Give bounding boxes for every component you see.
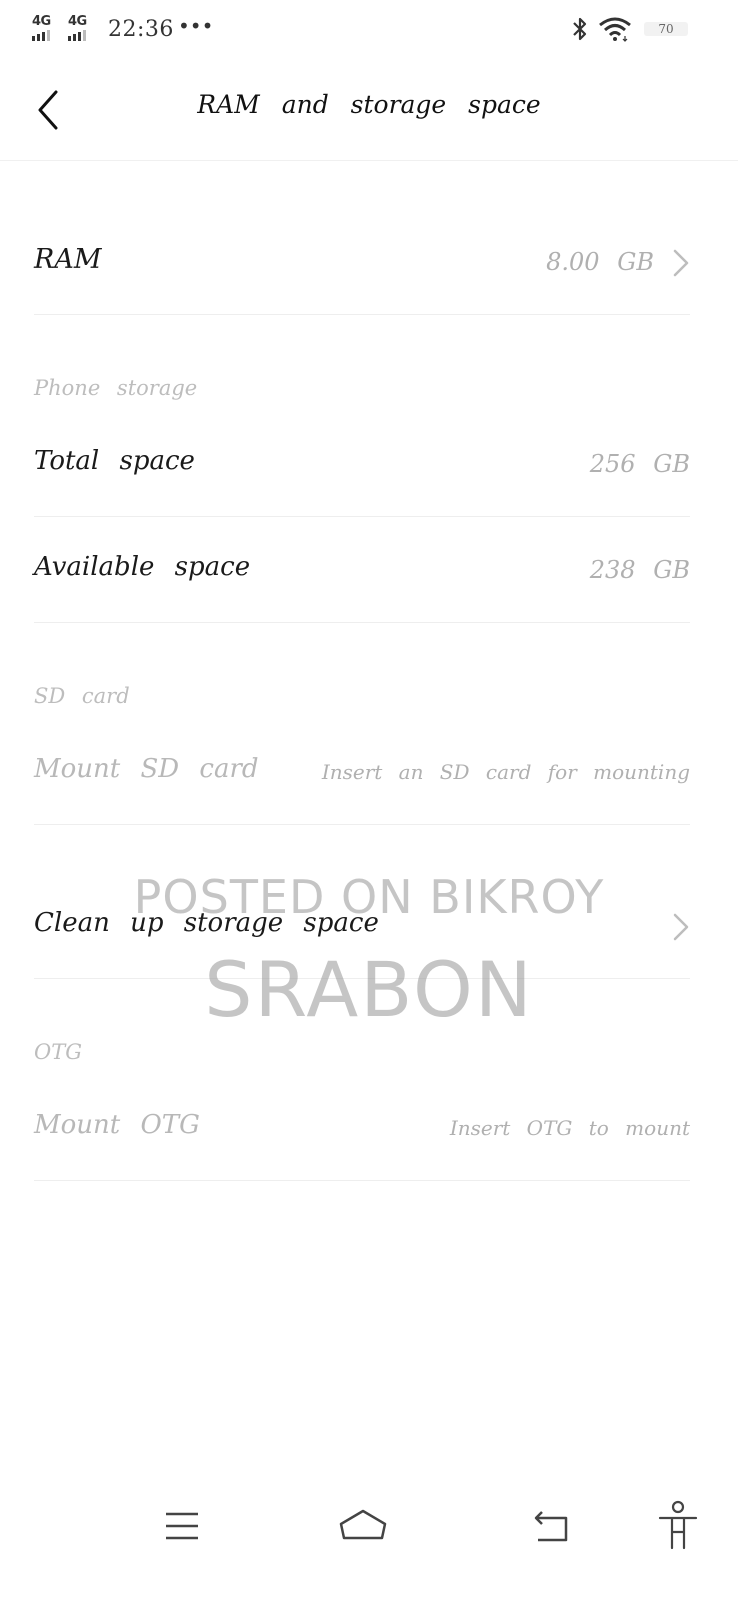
navigation-bar xyxy=(0,1490,738,1570)
available-space-label: Available space xyxy=(34,552,251,582)
divider xyxy=(34,622,690,623)
divider xyxy=(34,824,690,825)
mount-sd-card-value: Insert an SD card for mounting xyxy=(321,760,690,784)
divider xyxy=(34,516,690,517)
page-title: RAM and storage space xyxy=(197,90,541,119)
total-space-label: Total space xyxy=(34,446,195,476)
mount-otg-value: Insert OTG to mount xyxy=(449,1116,690,1140)
ram-label: RAM xyxy=(34,244,102,275)
sim2-label: 4G xyxy=(68,14,87,29)
mount-sd-card-label: Mount SD card xyxy=(34,754,259,784)
battery-icon: 70 xyxy=(644,22,688,36)
section-title-otg: OTG xyxy=(34,1040,82,1064)
total-space-value: 256 GB xyxy=(589,450,690,478)
chevron-right-icon xyxy=(673,249,689,277)
divider xyxy=(34,1180,690,1181)
section-title-phone-storage: Phone storage xyxy=(34,376,198,400)
sim1-signal-icon: 4G xyxy=(32,14,60,41)
divider xyxy=(34,314,690,315)
bluetooth-icon xyxy=(573,17,587,41)
mount-sd-card-row[interactable]: Mount SD card Insert an SD card for moun… xyxy=(34,752,690,796)
watermark-line-2: SRABON xyxy=(204,945,534,1034)
header: RAM and storage space xyxy=(0,60,738,161)
more-notifications-icon: ••• xyxy=(178,14,214,38)
sim2-signal-icon: 4G xyxy=(68,14,96,41)
status-time: 22:36 xyxy=(108,17,174,42)
wifi-icon xyxy=(599,17,631,42)
sim1-label: 4G xyxy=(32,14,51,29)
ram-row[interactable]: RAM 8.00 GB xyxy=(34,240,690,290)
ram-value: 8.00 GB xyxy=(546,248,654,276)
available-space-value: 238 GB xyxy=(589,556,690,584)
watermark-line-1: POSTED ON BIKROY xyxy=(133,870,605,924)
accessibility-icon[interactable] xyxy=(656,1500,700,1552)
menu-icon[interactable] xyxy=(160,1504,204,1548)
total-space-row: Total space 256 GB xyxy=(34,444,690,488)
mount-otg-label: Mount OTG xyxy=(34,1110,200,1140)
back-icon[interactable] xyxy=(530,1504,574,1548)
section-title-sd-card: SD card xyxy=(34,684,130,708)
available-space-row: Available space 238 GB xyxy=(34,550,690,594)
mount-otg-row[interactable]: Mount OTG Insert OTG to mount xyxy=(34,1108,690,1152)
status-bar: 4G 4G 22:36 ••• 70 xyxy=(0,0,738,60)
home-icon[interactable] xyxy=(338,1504,388,1548)
